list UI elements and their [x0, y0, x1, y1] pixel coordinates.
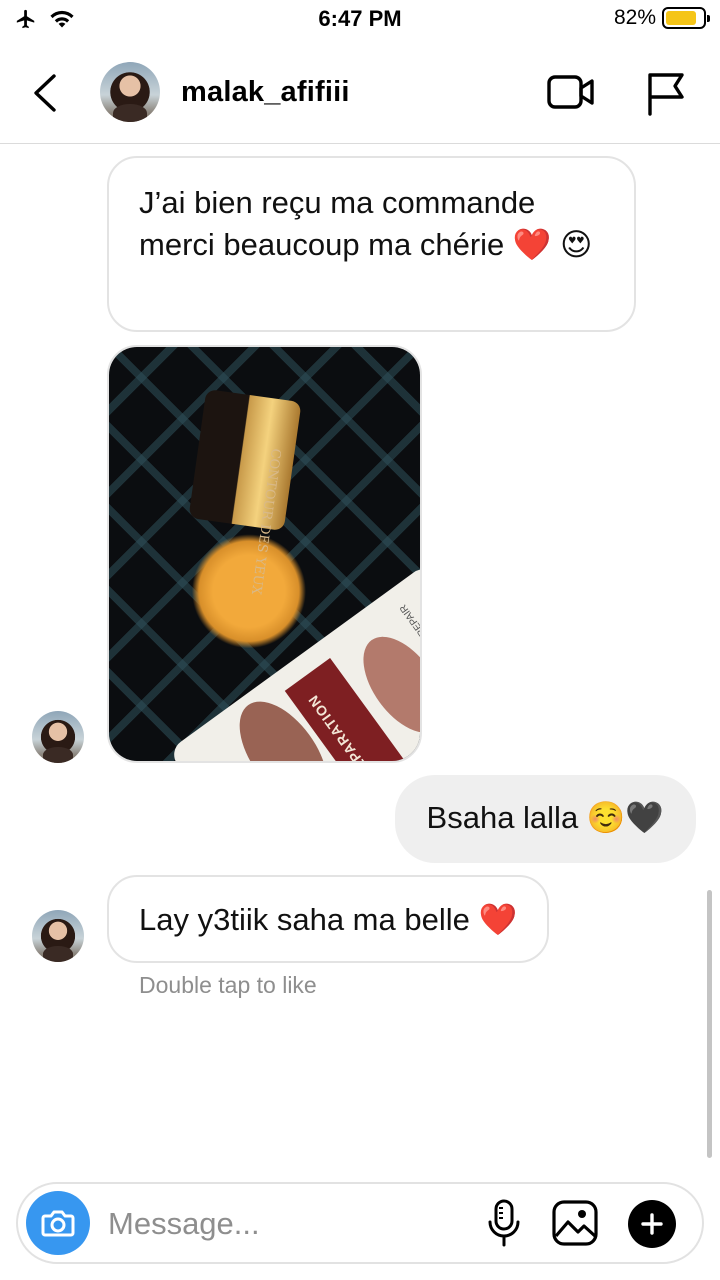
video-camera-icon	[547, 75, 594, 109]
header-avatar[interactable]	[100, 62, 160, 122]
report-flag-button[interactable]	[644, 70, 686, 116]
message-text: Lay y3tiik saha ma belle ❤️	[139, 902, 518, 937]
plus-icon	[641, 1213, 663, 1235]
flag-icon	[648, 73, 684, 116]
message-input[interactable]	[108, 1202, 468, 1246]
cream-tube: RÉPARATION REPAIR	[167, 563, 422, 761]
camera-button[interactable]	[26, 1191, 90, 1255]
message-text: J’ai bien reçu ma commande merci beaucou…	[139, 185, 593, 262]
outgoing-message-bubble[interactable]: Bsaha lalla ☺️🖤	[394, 775, 696, 863]
gallery-icon	[552, 1200, 598, 1246]
camera-icon	[41, 1210, 75, 1237]
battery-icon	[662, 7, 710, 29]
voice-message-button[interactable]	[484, 1198, 524, 1250]
message-text: Bsaha lalla ☺️🖤	[426, 800, 664, 835]
battery-percent: 82%	[613, 6, 656, 29]
incoming-image-message[interactable]: CONTOUR DES YEUX RÉPARATION REPAIR	[107, 345, 422, 763]
incoming-message-bubble[interactable]: J’ai bien reçu ma commande merci beaucou…	[107, 156, 636, 332]
message-composer	[16, 1182, 704, 1264]
status-time: 6:47 PM	[318, 6, 402, 31]
back-chevron-icon	[34, 74, 56, 112]
header-username[interactable]: malak_afifiii	[181, 76, 350, 109]
scrollbar[interactable]	[707, 890, 712, 1158]
chat-header: malak_afifiii	[0, 44, 720, 144]
back-button[interactable]	[26, 70, 66, 116]
sender-avatar[interactable]	[32, 711, 84, 763]
more-options-button[interactable]	[628, 1200, 676, 1248]
tube-label-repair: REPAIR	[398, 602, 422, 639]
video-call-button[interactable]	[546, 72, 596, 112]
sender-avatar[interactable]	[32, 910, 84, 962]
battery-fill	[666, 11, 696, 25]
incoming-message-bubble[interactable]: Lay y3tiik saha ma belle ❤️	[107, 875, 550, 963]
double-tap-hint: Double tap to like	[139, 972, 317, 998]
microphone-icon	[488, 1199, 520, 1247]
status-right: 82%	[613, 6, 710, 30]
gallery-button[interactable]	[550, 1198, 600, 1248]
status-bar: 6:47 PM 82%	[0, 0, 720, 40]
product-photo: CONTOUR DES YEUX RÉPARATION REPAIR	[109, 347, 420, 761]
